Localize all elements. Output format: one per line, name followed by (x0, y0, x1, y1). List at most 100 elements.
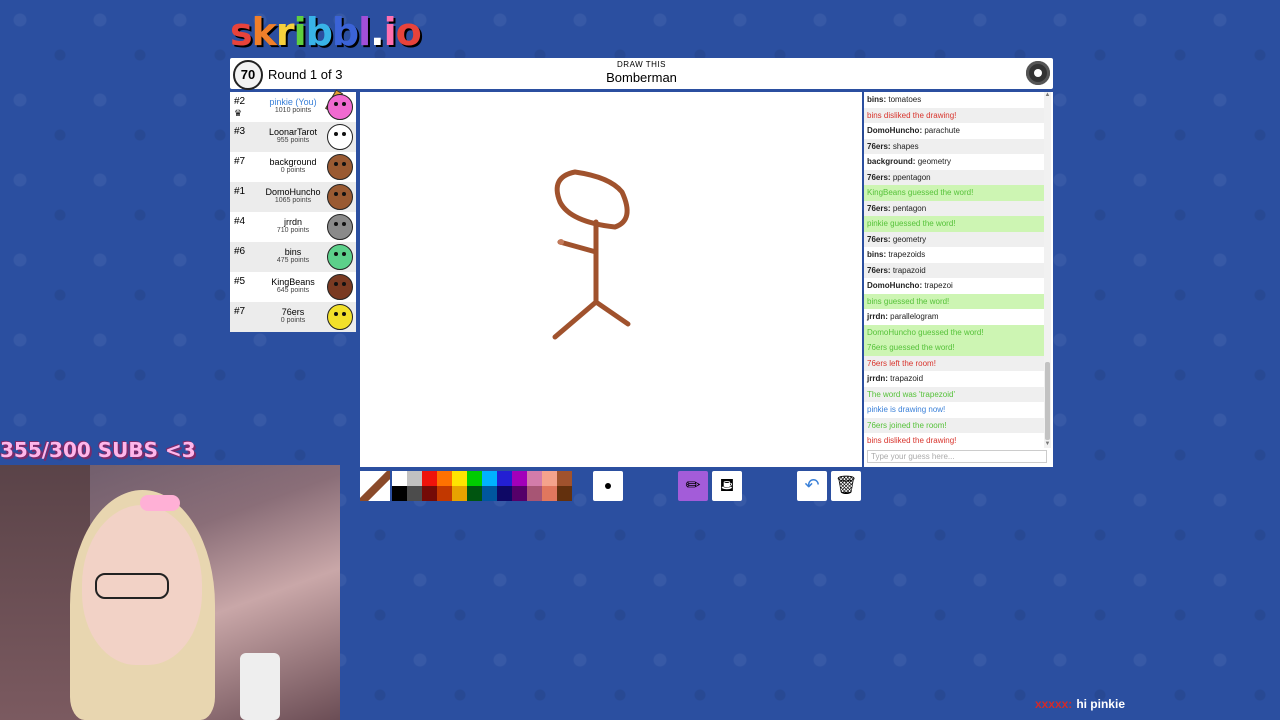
player-row[interactable]: #1 DomoHuncho 1065 points (230, 182, 356, 212)
draw-this-label: DRAW THIS (617, 60, 666, 69)
color-swatch[interactable] (542, 471, 557, 486)
player-name: DomoHuncho (265, 187, 321, 197)
pencil-tool-button[interactable]: ✏ (678, 471, 708, 501)
color-swatch[interactable] (407, 486, 422, 501)
logo-letter: o (395, 10, 422, 54)
player-row[interactable]: #6 bins 475 points (230, 242, 356, 272)
chat-text: trapezoi (924, 281, 953, 290)
chat-text: geometry (917, 157, 952, 166)
pencil-icon: ✏ (685, 475, 701, 495)
chat-user: jrrdn: (867, 312, 888, 321)
chat-scrollbar[interactable]: ▲ ▼ (1044, 92, 1051, 448)
scroll-thumb[interactable] (1045, 362, 1050, 440)
player-points: 475 points (276, 257, 310, 264)
color-swatch[interactable] (422, 486, 437, 501)
player-points: 1010 points (274, 107, 312, 114)
chat-system-text: 76ers joined the room! (867, 420, 947, 430)
scroll-down-icon[interactable]: ▼ (1044, 441, 1051, 448)
color-swatch[interactable] (527, 471, 542, 486)
chat-system-text: bins disliked the drawing! (867, 436, 957, 445)
color-swatch[interactable] (467, 486, 482, 501)
logo-letter: i (383, 10, 397, 54)
chat-message: bins: tomatoes (864, 92, 1044, 108)
current-word: Bomberman (606, 70, 677, 85)
brush-size-button[interactable] (593, 471, 623, 501)
crown-icon: ♛ (234, 108, 243, 118)
chat-message: 76ers: geometry (864, 231, 1044, 247)
player-points: 1065 points (274, 197, 312, 204)
chat-message: DomoHuncho: trapezoi (864, 278, 1044, 294)
chat-message: bins: trapezoids (864, 247, 1044, 263)
scroll-up-icon[interactable]: ▲ (1044, 92, 1051, 99)
undo-icon: ↶ (804, 475, 820, 495)
chat-user: bins: (867, 95, 887, 104)
player-row[interactable]: #4 jrrdn 710 points (230, 212, 356, 242)
color-swatch[interactable] (467, 471, 482, 486)
color-swatch[interactable] (407, 471, 422, 486)
chat-message: DomoHuncho: parachute (864, 123, 1044, 139)
player-name: 76ers (281, 307, 305, 317)
player-rank: #3 (234, 126, 246, 137)
trash-icon: 🗑 (834, 475, 858, 495)
stream-chat-text: hi pinkie (1076, 697, 1125, 711)
undo-button[interactable]: ↶ (797, 471, 827, 501)
color-swatch[interactable] (557, 471, 572, 486)
player-row[interactable]: #3 LoonarTarot 955 points (230, 122, 356, 152)
chat-message: pinkie guessed the word! (864, 216, 1044, 232)
fill-tool-button[interactable]: ⛾ (712, 471, 742, 501)
color-swatch[interactable] (497, 471, 512, 486)
chat-message: 76ers: pentagon (864, 200, 1044, 216)
logo-letter: b (305, 10, 333, 54)
logo-letter: . (370, 10, 384, 54)
logo-letter: s (230, 10, 253, 54)
player-points: 710 points (276, 227, 310, 234)
color-swatch[interactable] (512, 486, 527, 501)
logo-letter: r (275, 10, 295, 54)
chat-system-text: KingBeans guessed the word! (867, 188, 974, 197)
chat-user: 76ers: (867, 265, 891, 275)
player-row[interactable]: #5 KingBeans 645 points (230, 272, 356, 302)
chat-system-text: pinkie is drawing now! (867, 405, 946, 414)
chat-text: parallelogram (890, 312, 939, 321)
chat-message: bins disliked the drawing! (864, 107, 1044, 123)
player-name: pinkie (You) (269, 97, 317, 107)
player-list: #2 ♛ pinkie (You) 1010 points #3 LoonarTarot 9… (230, 89, 356, 332)
player-row[interactable]: #2 ♛ pinkie (You) 1010 points (230, 89, 356, 122)
glasses (95, 573, 169, 599)
drawing-canvas[interactable] (360, 92, 862, 467)
color-swatch[interactable] (482, 486, 497, 501)
color-swatch[interactable] (557, 486, 572, 501)
chat-system-text: 76ers left the room! (867, 358, 936, 368)
color-swatch[interactable] (482, 471, 497, 486)
color-swatch[interactable] (392, 471, 407, 486)
settings-gear-icon[interactable] (1026, 61, 1050, 85)
player-row[interactable]: #7 background 0 points (230, 152, 356, 182)
chat-system-text: 76ers guessed the word! (867, 343, 955, 352)
color-swatch[interactable] (512, 471, 527, 486)
chat-message: 76ers: ppentagon (864, 169, 1044, 185)
player-row[interactable]: #7 76ers 0 points (230, 302, 356, 332)
color-swatch[interactable] (497, 486, 512, 501)
color-swatch[interactable] (452, 471, 467, 486)
guess-input[interactable] (867, 450, 1047, 463)
color-swatch[interactable] (437, 471, 452, 486)
player-avatar (327, 184, 353, 210)
color-swatch[interactable] (422, 471, 437, 486)
color-swatch[interactable] (542, 486, 557, 501)
player-rank: #6 (234, 246, 246, 257)
color-swatch[interactable] (392, 486, 407, 501)
player-points: 0 points (280, 167, 306, 174)
chat-system-text: The word was 'trapezoid' (867, 389, 955, 399)
chat-system-text: bins guessed the word! (867, 296, 950, 306)
clear-button[interactable]: 🗑 (831, 471, 861, 501)
skribbl-logo: skribbl.io (230, 10, 422, 54)
color-swatch[interactable] (527, 486, 542, 501)
color-swatch[interactable] (452, 486, 467, 501)
chat-text: tomatoes (888, 95, 922, 104)
color-swatch[interactable] (437, 486, 452, 501)
chat-user: DomoHuncho: (867, 126, 923, 135)
chat-message: 76ers joined the room! (864, 417, 1044, 433)
player-rank: #7 (234, 306, 246, 317)
current-color-preview (360, 471, 390, 501)
word-display: DRAW THIS Bomberman (230, 60, 1053, 85)
